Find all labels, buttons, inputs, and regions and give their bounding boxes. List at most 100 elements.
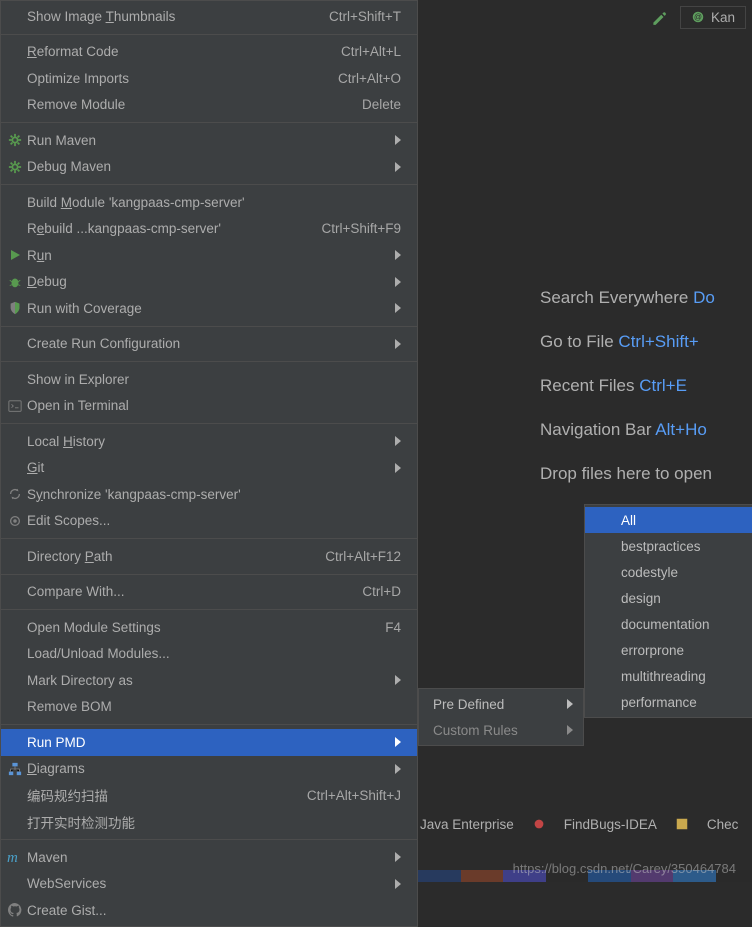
menu-item[interactable]: Rebuild ...kangpaas-cmp-server'Ctrl+Shif… [1, 216, 417, 243]
submenu-arrow-icon [567, 725, 573, 735]
context-menu[interactable]: Show Image ThumbnailsCtrl+Shift+T Reforma… [0, 0, 418, 927]
pmd-rule-item[interactable]: performance [585, 689, 752, 715]
menu-item-label: Run PMD [27, 735, 387, 750]
menu-item[interactable]: Optimize ImportsCtrl+Alt+O [1, 65, 417, 92]
menu-item[interactable]: 打开实时检测功能 [1, 809, 417, 836]
submenu-item[interactable]: Pre Defined [419, 691, 583, 717]
menu-item[interactable]: Open in Terminal [1, 393, 417, 420]
menu-item[interactable]: Load/Unload Modules... [1, 641, 417, 668]
menu-item-label: Diagrams [27, 761, 387, 776]
shortcut-label: Ctrl+Alt+O [338, 71, 401, 86]
run-config-label: Kan [711, 10, 735, 25]
menu-item[interactable]: Reformat CodeCtrl+Alt+L [1, 39, 417, 66]
welcome-shortcut: Ctrl+Shift+ [618, 332, 698, 351]
menu-item[interactable]: WebServices [1, 871, 417, 898]
menu-item[interactable]: Remove ModuleDelete [1, 92, 417, 119]
findbugs-tool[interactable]: FindBugs-IDEA [564, 817, 657, 832]
welcome-row: Search Everywhere Do [540, 288, 715, 308]
pmd-rule-item[interactable]: bestpractices [585, 533, 752, 559]
pmd-rule-item[interactable]: All [585, 507, 752, 533]
checkstyle-tool[interactable]: Chec [707, 817, 739, 832]
pmd-rule-item[interactable]: design [585, 585, 752, 611]
blank-icon [5, 671, 25, 689]
separator [1, 122, 417, 123]
submenu-item[interactable]: Custom Rules [419, 717, 583, 743]
blank-icon [5, 335, 25, 353]
menu-item[interactable]: Mark Directory as [1, 667, 417, 694]
m-icon: m [5, 848, 25, 866]
welcome-panel: Search Everywhere Do Go to File Ctrl+Shif… [540, 288, 715, 484]
blank-icon [5, 813, 25, 831]
welcome-shortcut: Ctrl+E [639, 376, 687, 395]
welcome-text: Go to File [540, 332, 618, 351]
gear-green-icon [5, 158, 25, 176]
menu-item-label: 打开实时检测功能 [27, 812, 401, 832]
menu-item[interactable]: Synchronize 'kangpaas-cmp-server' [1, 481, 417, 508]
svg-text:m: m [7, 850, 18, 864]
status-bar: Java Enterprise FindBugs-IDEA Chec [420, 810, 752, 838]
gear-green-icon [5, 131, 25, 149]
menu-item[interactable]: Remove BOM [1, 694, 417, 721]
menu-item[interactable]: Build Module 'kangpaas-cmp-server' [1, 189, 417, 216]
welcome-shortcut: Alt+Ho [655, 420, 707, 439]
menu-item-label: Local History [27, 434, 387, 449]
blank-icon [5, 698, 25, 716]
menu-item-label: Remove Module [27, 97, 362, 112]
build-icon[interactable] [650, 8, 668, 26]
run-pmd-submenu[interactable]: Pre DefinedCustom Rules [418, 688, 584, 746]
shortcut-label: Ctrl+Alt+L [341, 44, 401, 59]
pmd-rule-label: documentation [621, 617, 710, 632]
run-configuration-pill[interactable]: @ Kan [680, 6, 746, 29]
menu-item[interactable]: Debug [1, 269, 417, 296]
menu-item[interactable]: Run [1, 242, 417, 269]
menu-item[interactable]: Run PMD [1, 729, 417, 756]
menu-item[interactable]: Run Maven [1, 127, 417, 154]
menu-item[interactable]: Debug Maven [1, 154, 417, 181]
menu-item[interactable]: Create Run Configuration [1, 331, 417, 358]
submenu-arrow-icon [395, 879, 401, 889]
welcome-text: Navigation Bar [540, 420, 655, 439]
menu-item-label: Load/Unload Modules... [27, 646, 401, 661]
blank-icon [5, 618, 25, 636]
blank-icon [5, 220, 25, 238]
welcome-shortcut: Do [693, 288, 715, 307]
shortcut-label: F4 [385, 620, 401, 635]
blank-icon [5, 875, 25, 893]
menu-item[interactable]: Diagrams [1, 756, 417, 783]
menu-item-label: Run [27, 248, 387, 263]
menu-item[interactable]: mMaven [1, 844, 417, 871]
menu-item[interactable]: Open Module SettingsF4 [1, 614, 417, 641]
submenu-arrow-icon [395, 764, 401, 774]
sync-icon [5, 485, 25, 503]
submenu-arrow-icon [395, 852, 401, 862]
pmd-rule-item[interactable]: errorprone [585, 637, 752, 663]
menu-item[interactable]: Create Gist... [1, 897, 417, 924]
play-green-icon [5, 246, 25, 264]
menu-item-label: Rebuild ...kangpaas-cmp-server' [27, 221, 321, 236]
shortcut-label: Ctrl+Alt+F12 [325, 549, 401, 564]
shortcut-label: Ctrl+Shift+F9 [321, 221, 401, 236]
menu-item[interactable]: 编码规约扫描Ctrl+Alt+Shift+J [1, 782, 417, 809]
menu-item-label: WebServices [27, 876, 387, 891]
menu-item[interactable]: Show Image ThumbnailsCtrl+Shift+T [1, 3, 417, 30]
blank-icon [5, 733, 25, 751]
menu-item[interactable]: Local History [1, 428, 417, 455]
pmd-rule-item[interactable]: codestyle [585, 559, 752, 585]
github-icon [5, 901, 25, 919]
welcome-row: Drop files here to open [540, 464, 715, 484]
menu-item[interactable]: Edit Scopes... [1, 508, 417, 535]
java-ee-tool[interactable]: Java Enterprise [420, 817, 514, 832]
menu-item-label: Create Gist... [27, 903, 401, 918]
menu-item[interactable]: Run with Coverage [1, 295, 417, 322]
menu-item[interactable]: Compare With...Ctrl+D [1, 579, 417, 606]
menu-item-label: Show in Explorer [27, 372, 401, 387]
pmd-rule-item[interactable]: multithreading [585, 663, 752, 689]
menu-item[interactable]: Directory PathCtrl+Alt+F12 [1, 543, 417, 570]
menu-item[interactable]: Show in Explorer [1, 366, 417, 393]
separator [1, 724, 417, 725]
menu-item-label: Debug [27, 274, 387, 289]
welcome-row: Go to File Ctrl+Shift+ [540, 332, 715, 352]
pmd-rule-item[interactable]: documentation [585, 611, 752, 637]
pmd-predefined-submenu[interactable]: Allbestpracticescodestyledesign documenta… [584, 504, 752, 718]
menu-item[interactable]: Git [1, 455, 417, 482]
